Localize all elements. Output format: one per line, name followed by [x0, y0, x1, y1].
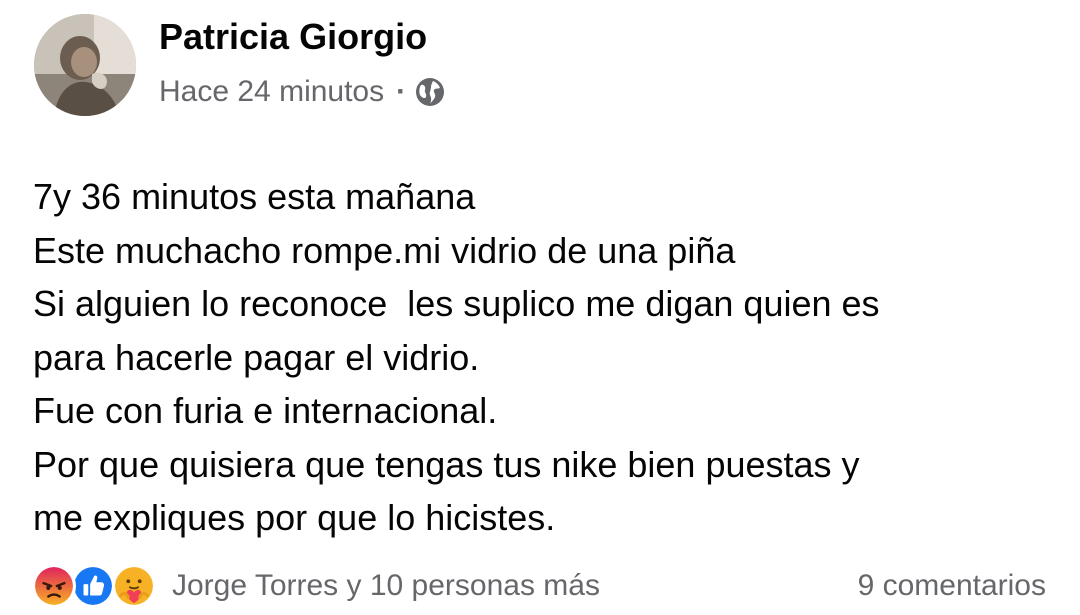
- post-body-line: Por que quisiera que tengas tus nike bie…: [33, 443, 860, 485]
- meta-separator: ·: [396, 75, 407, 108]
- post-body-line: Fue con furia e internacional.: [33, 390, 498, 431]
- reactions-summary[interactable]: [32, 564, 162, 608]
- care-icon: [112, 564, 156, 608]
- avatar-photo: [34, 14, 136, 116]
- post-body-line: Si alguien lo reconoce les suplico me di…: [33, 283, 880, 324]
- angry-icon: [32, 564, 76, 608]
- post-body: 7y 36 minutos esta mañana Este muchacho …: [33, 170, 1063, 545]
- like-icon: [71, 564, 115, 608]
- reactors-text[interactable]: Jorge Torres y 10 personas más: [172, 566, 600, 606]
- post-footer: Jorge Torres y 10 personas más 9 comenta…: [0, 562, 1080, 610]
- post-body-line: Este muchacho rompe.mi vidrio de una piñ…: [33, 229, 736, 271]
- author-name[interactable]: Patricia Giorgio: [159, 15, 427, 59]
- globe-icon[interactable]: [414, 76, 446, 108]
- author-avatar[interactable]: [34, 14, 136, 116]
- post-body-line: para hacerle pagar el vidrio.: [33, 336, 480, 378]
- post-card: Patricia Giorgio Hace 24 minutos · 7y 36…: [0, 0, 1080, 615]
- post-body-line: 7y 36 minutos esta mañana: [33, 176, 476, 217]
- comments-count[interactable]: 9 comentarios: [858, 566, 1046, 606]
- post-meta: Hace 24 minutos ·: [159, 72, 446, 112]
- post-body-line: me expliques por que lo hicistes.: [33, 497, 556, 538]
- post-timestamp[interactable]: Hace 24 minutos: [159, 75, 384, 109]
